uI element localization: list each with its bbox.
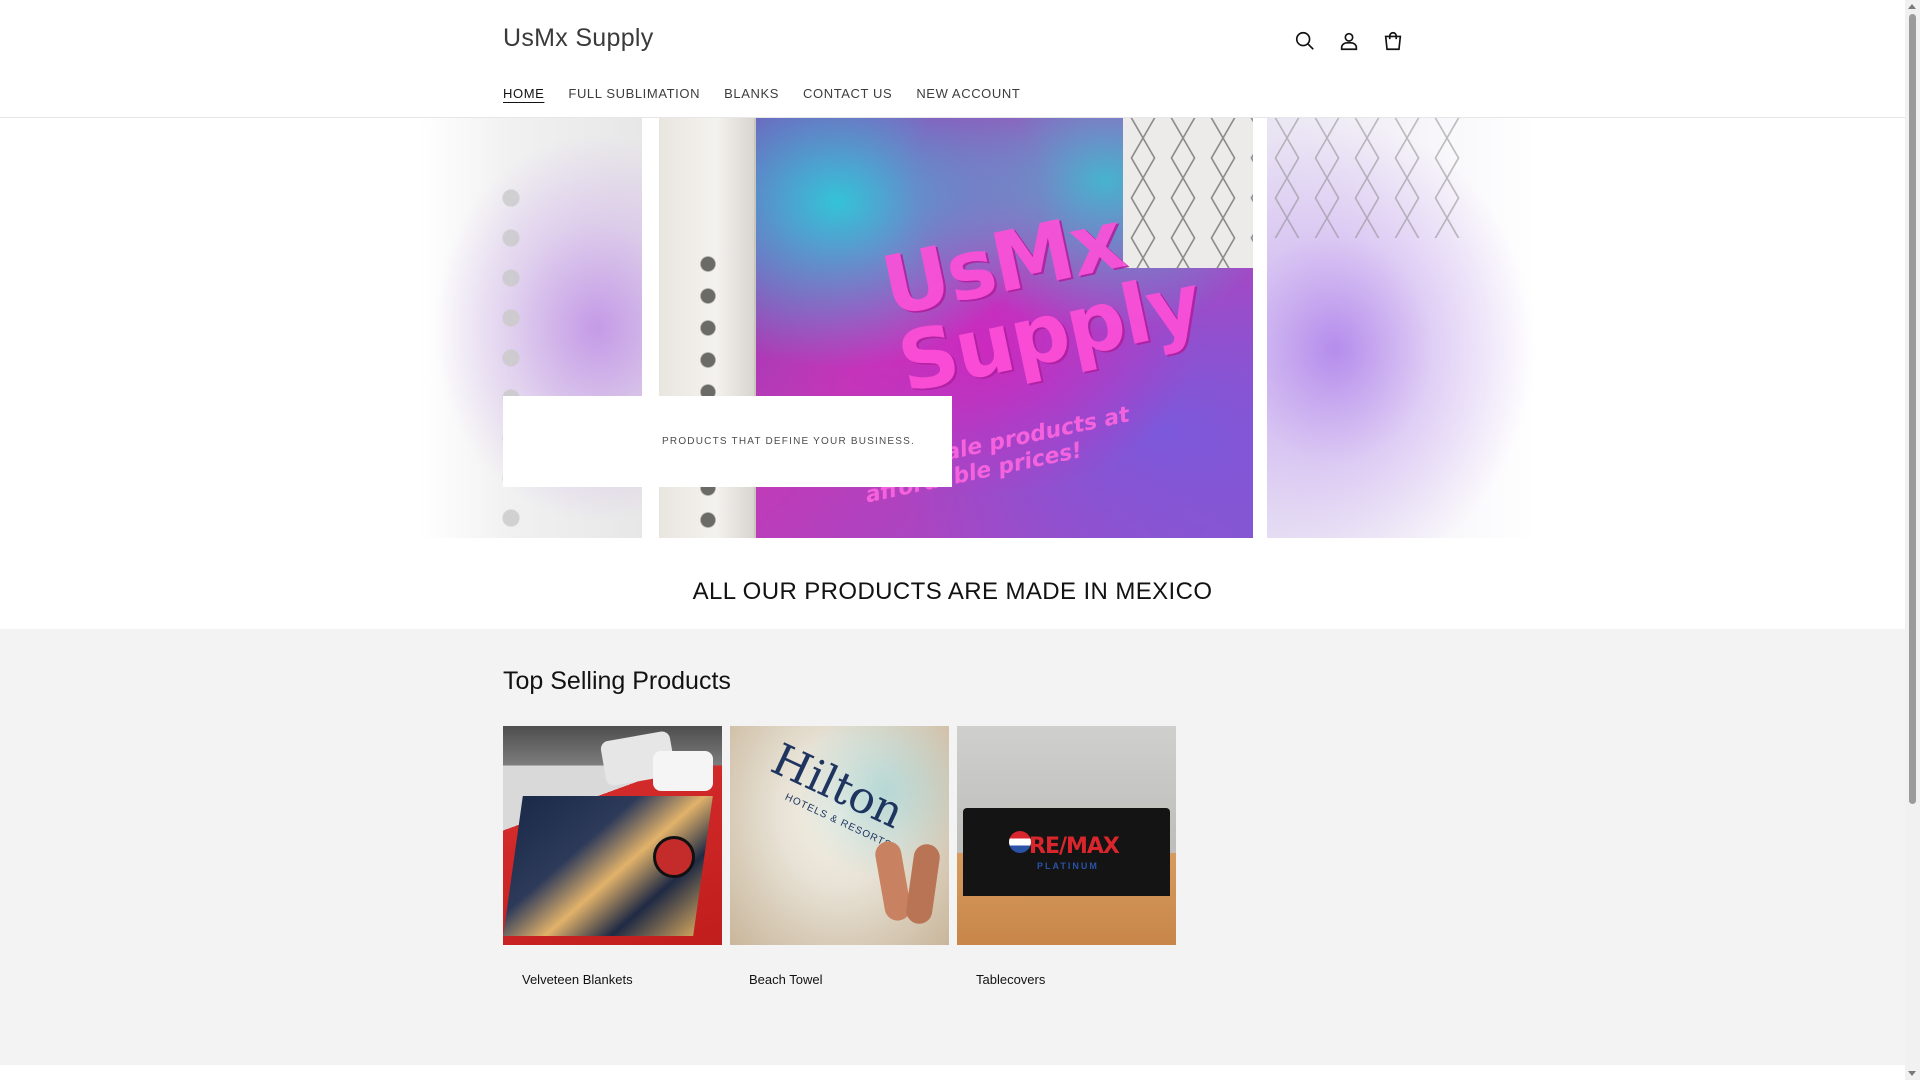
nav-new-account[interactable]: NEW ACCOUNT [916, 86, 1020, 104]
search-icon[interactable] [1290, 26, 1320, 56]
site-header: UsMx Supply HOME FULL SUBLIMATION BLANKS… [0, 0, 1905, 118]
nav-full-sublimation[interactable]: FULL SUBLIMATION [568, 86, 700, 104]
page-scrollbar[interactable] [1905, 0, 1920, 1080]
chair-button-pattern [697, 248, 719, 538]
product-card-beach-towel[interactable]: Hilton HOTELS & RESORTS Beach Towel [730, 726, 949, 987]
scroll-thumb[interactable] [1909, 14, 1916, 804]
scroll-up-arrow-icon[interactable] [1908, 4, 1916, 9]
product-title[interactable]: Velveteen Blankets [503, 972, 722, 987]
nav-blanks[interactable]: BLANKS [724, 86, 779, 104]
hero-caption: PRODUCTS THAT DEFINE YOUR BUSINESS. [662, 436, 915, 447]
hero-caption-box: PRODUCTS THAT DEFINE YOUR BUSINESS. [503, 396, 952, 487]
top-selling-section: Top Selling Products Velveteen Blankets … [0, 629, 1905, 1065]
product-image-blanket[interactable] [503, 726, 722, 945]
product-card-velveteen-blankets[interactable]: Velveteen Blankets [503, 726, 722, 987]
header-icons [1290, 26, 1408, 56]
hero-brand-print: UsMx Supply [874, 188, 1208, 412]
product-image-towel[interactable]: Hilton HOTELS & RESORTS [730, 726, 949, 945]
nav-contact-us[interactable]: CONTACT US [803, 86, 892, 104]
product-image-tablecover[interactable]: RE/MAX PLATINUM [957, 726, 1176, 945]
product-card-tablecovers[interactable]: RE/MAX PLATINUM Tablecovers [957, 726, 1176, 987]
tablecover-brand-subprint: PLATINUM [1037, 861, 1099, 871]
site-logo[interactable]: UsMx Supply [503, 24, 654, 53]
scroll-down-arrow-icon[interactable] [1908, 1071, 1916, 1076]
section-title: Top Selling Products [503, 667, 731, 695]
product-title[interactable]: Tablecovers [957, 972, 1176, 987]
pillow-shape [653, 751, 713, 791]
balloon-logo-icon [1009, 831, 1031, 853]
nav-home[interactable]: HOME [503, 86, 544, 104]
tablecover-brand-print: RE/MAX [1029, 834, 1120, 859]
team-badge [653, 836, 695, 878]
made-in-mexico-headline: ALL OUR PRODUCTS ARE MADE IN MEXICO [692, 578, 1213, 605]
pillow-pattern [1267, 118, 1467, 238]
main-nav: HOME FULL SUBLIMATION BLANKS CONTACT US … [503, 86, 1020, 104]
hero-slide-next[interactable] [1267, 118, 1537, 538]
account-icon[interactable] [1334, 26, 1364, 56]
product-title[interactable]: Beach Towel [730, 972, 949, 987]
hero-slideshow: UsMx Supply wholesale products at afford… [0, 118, 1905, 538]
cart-icon[interactable] [1378, 26, 1408, 56]
